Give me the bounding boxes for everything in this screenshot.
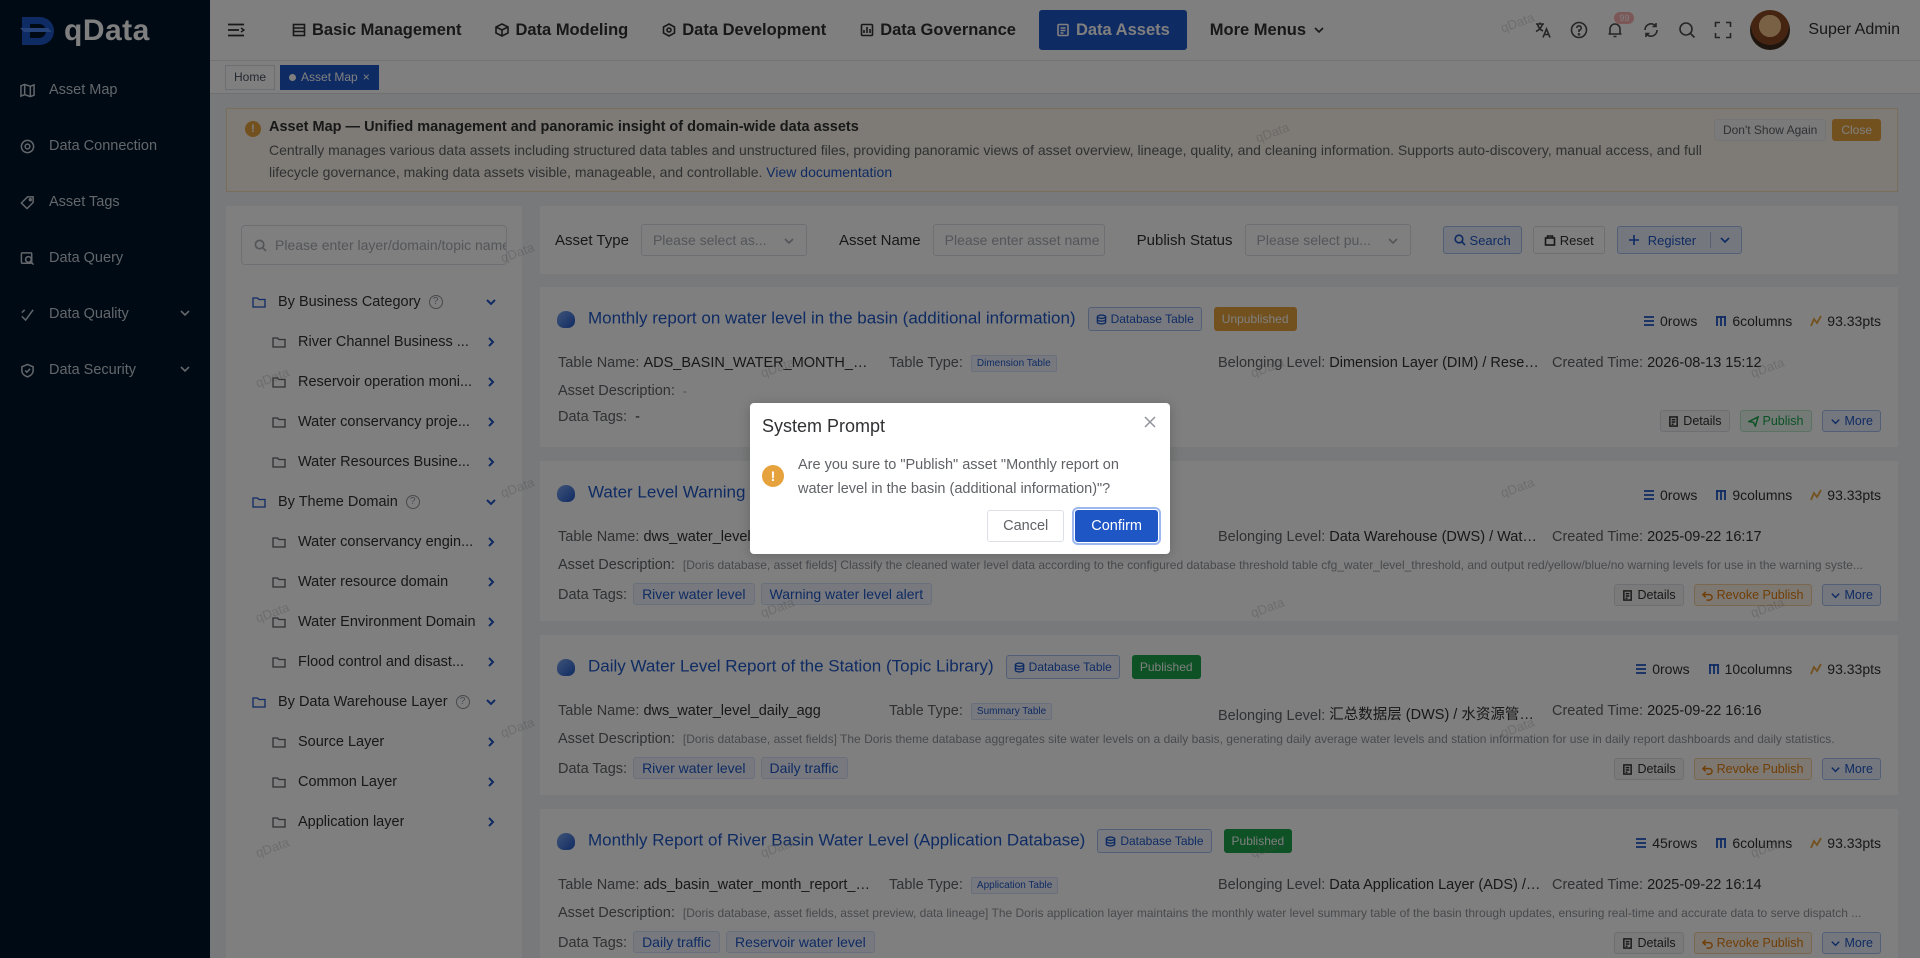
warning-icon: !	[762, 465, 784, 487]
close-icon[interactable]	[1143, 415, 1157, 429]
dialog-title: System Prompt	[762, 416, 886, 436]
confirm-button[interactable]: Confirm	[1072, 507, 1161, 545]
dialog-message: Are you sure to "Publish" asset "Monthly…	[798, 457, 1119, 497]
confirm-dialog: System Prompt ! Are you sure to "Publish…	[750, 403, 1170, 554]
dialog-buttons: Cancel Confirm	[987, 507, 1161, 545]
cancel-button[interactable]: Cancel	[987, 510, 1065, 542]
